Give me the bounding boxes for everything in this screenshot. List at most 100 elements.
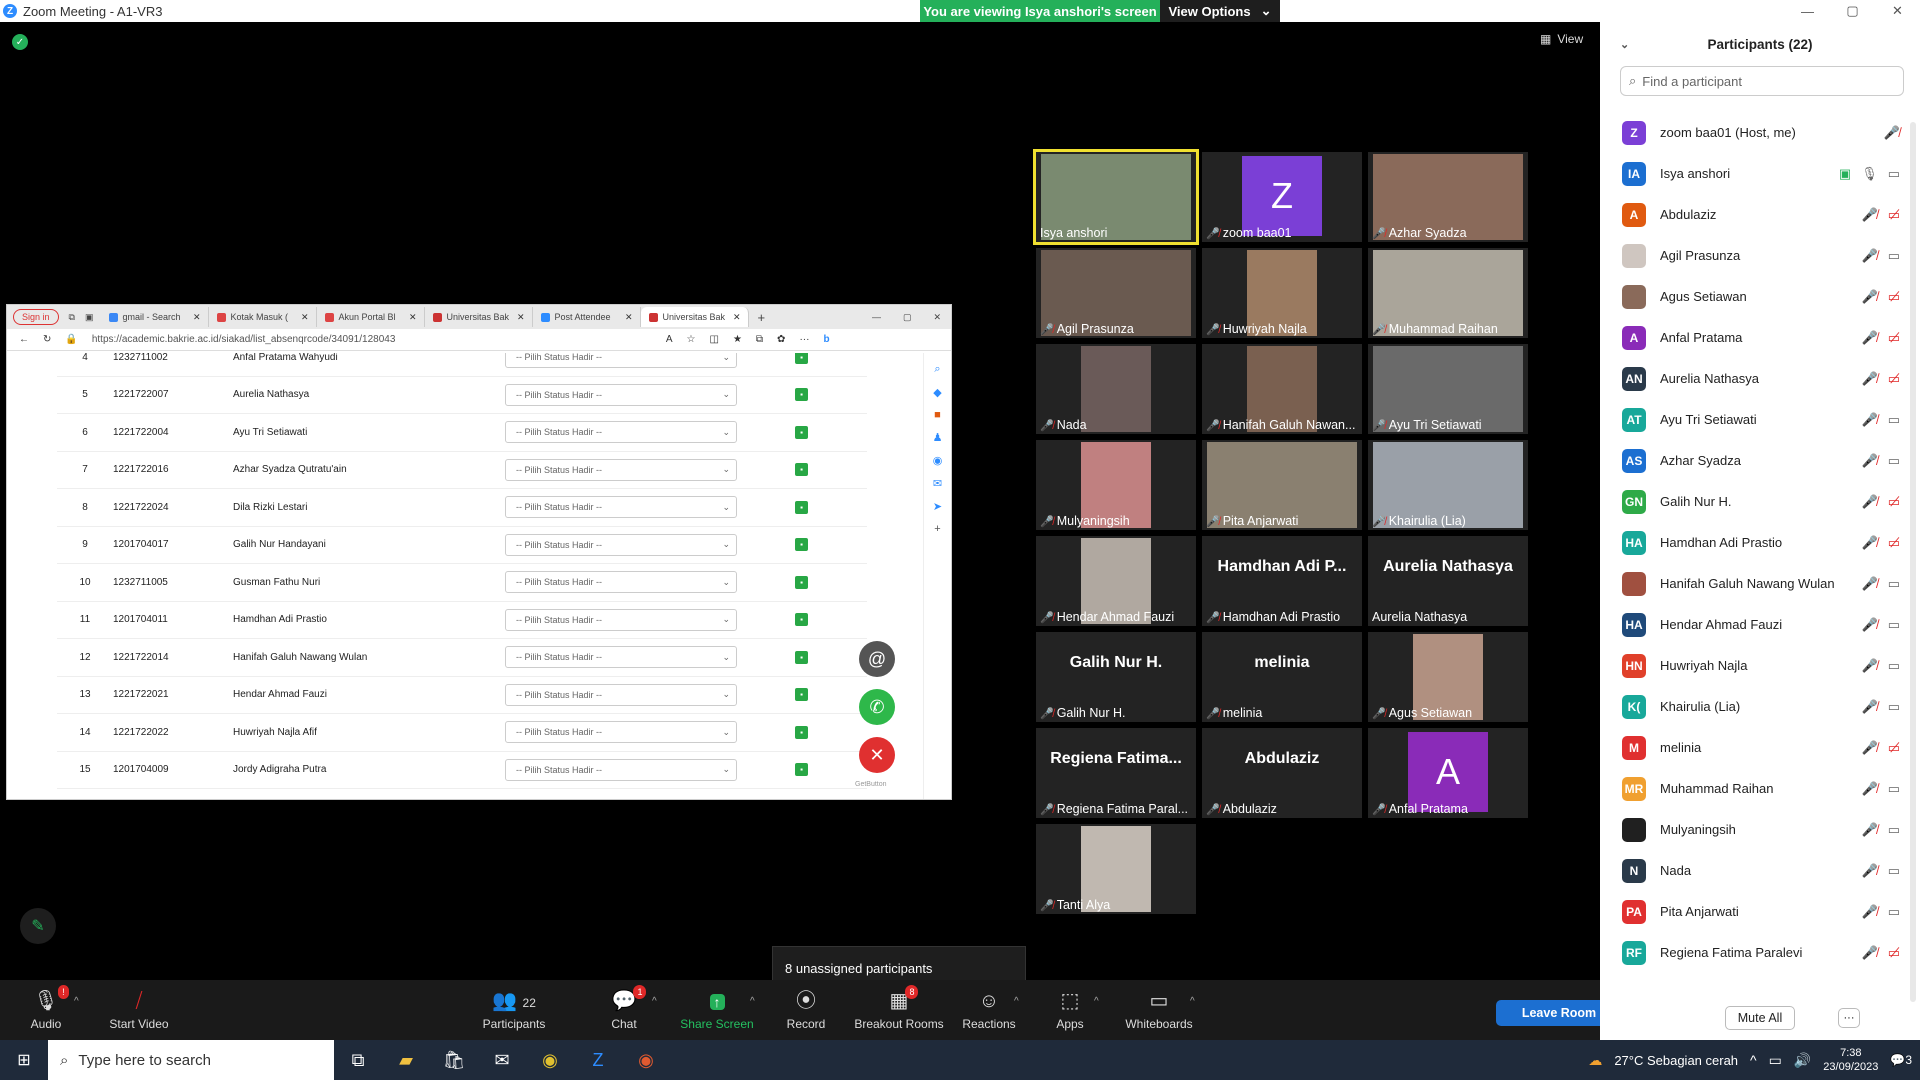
tab-close-icon[interactable]: ✕ (193, 312, 201, 323)
participant-item[interactable]: K(Khairulia (Lia) 🎤̸ ▭ (1600, 686, 1920, 727)
participant-item[interactable]: N Nada 🎤̸ ▭ (1600, 850, 1920, 891)
participant-item[interactable]: HA Hamdhan Adi Prastio 🎤̸ ▭̸ (1600, 522, 1920, 563)
video-tile[interactable]: Z 🎤̸ zoom baa01 (1202, 152, 1362, 242)
search-icon[interactable]: ⌕ (924, 363, 951, 376)
video-off-icon[interactable]: ▭̸ (1888, 740, 1900, 756)
whiteboards-caret-icon[interactable]: ^ (1190, 996, 1195, 1007)
audio-button[interactable]: 🎙! Audio (22, 980, 70, 1040)
task-view-icon[interactable]: ⧉ (334, 1050, 382, 1071)
status-select[interactable]: -- Pilih Status Hadir -- ⌄ (505, 571, 737, 594)
tab-close-icon[interactable]: ✕ (409, 312, 417, 323)
mic-muted-icon[interactable]: 🎤̸ (1862, 658, 1878, 674)
mic-muted-icon[interactable]: 🎤̸ (1862, 822, 1878, 838)
audio-caret-icon[interactable]: ^ (74, 996, 79, 1007)
menu-icon[interactable]: ··· (799, 334, 809, 345)
video-off-icon[interactable]: ▭̸ (1888, 535, 1900, 551)
participant-item[interactable]: Zzoom baa01 (Host, me) 🎤̸ (1600, 112, 1920, 153)
save-row-button[interactable]: ▪ (795, 613, 808, 627)
save-row-button[interactable]: ▪ (795, 575, 808, 589)
video-tile[interactable]: 🎤̸ Tanti Alya (1036, 824, 1196, 914)
status-select[interactable]: -- Pilih Status Hadir -- ⌄ (505, 721, 737, 744)
read-aloud-icon[interactable]: A (666, 334, 673, 345)
browser-tab[interactable]: Universitas Bak ✕ (425, 307, 534, 327)
save-row-button[interactable]: ▪ (795, 388, 808, 402)
tab-close-icon[interactable]: ✕ (517, 312, 525, 323)
clock[interactable]: 7:38 23/09/2023 (1823, 1046, 1878, 1074)
whatsapp-fab-icon[interactable]: ✆ (859, 689, 895, 725)
send-icon[interactable]: ➤ (924, 500, 951, 513)
view-button[interactable]: ▦ View (1540, 32, 1583, 46)
video-off-icon[interactable]: ▭̸ (1888, 494, 1900, 510)
participant-item[interactable]: GN Galih Nur H. 🎤̸ ▭̸ (1600, 481, 1920, 522)
bing-icon[interactable]: b (823, 334, 829, 345)
video-tile[interactable]: melinia 🎤̸ melinia (1202, 632, 1362, 722)
video-on-icon[interactable]: ▭ (1888, 248, 1900, 264)
video-tile[interactable]: 🎤̸ Ayu Tri Setiawati (1368, 344, 1528, 434)
mic-muted-icon[interactable]: 🎤̸ (1862, 781, 1878, 797)
browser-close-icon[interactable]: ✕ (933, 312, 941, 323)
video-off-icon[interactable]: ▭̸ (1888, 371, 1900, 387)
annotate-pencil-icon[interactable]: ✎ (20, 908, 56, 944)
apps-caret-icon[interactable]: ^ (1094, 996, 1099, 1007)
maximize-button[interactable]: ▢ (1830, 0, 1875, 22)
status-select[interactable]: -- Pilih Status Hadir -- ⌄ (505, 353, 737, 369)
record-button[interactable]: ⦿ Record (780, 980, 832, 1040)
mic-muted-icon[interactable]: 🎤̸ (1862, 207, 1878, 223)
video-tile[interactable]: 🎤̸ Hanifah Galuh Nawan... (1202, 344, 1362, 434)
participant-item[interactable]: Agus Setiawan 🎤̸ ▭̸ (1600, 276, 1920, 317)
participant-item[interactable]: PA Pita Anjarwati 🎤̸ ▭ (1600, 891, 1920, 932)
save-row-button[interactable]: ▪ (795, 538, 808, 552)
games-icon[interactable]: ♟ (924, 431, 951, 444)
tab-close-icon[interactable]: ✕ (733, 312, 741, 323)
video-tile[interactable]: 🎤̸ Muhammad Raihan (1368, 248, 1528, 338)
status-select[interactable]: -- Pilih Status Hadir -- ⌄ (505, 421, 737, 444)
mic-on-icon[interactable]: 🎙 (1861, 166, 1878, 182)
outlook-icon[interactable]: ✉ (924, 477, 951, 490)
close-fab-icon[interactable]: ✕ (859, 737, 895, 773)
participant-scrollbar[interactable] (1910, 122, 1916, 1002)
chat-button[interactable]: 💬 1 Chat (602, 980, 647, 1040)
participant-item[interactable]: AS Azhar Syadza 🎤̸ ▭ (1600, 440, 1920, 481)
video-tile[interactable]: Isya anshori (1033, 149, 1199, 245)
participant-item[interactable]: Mulyaningsih 🎤̸ ▭ (1600, 809, 1920, 850)
share-caret-icon[interactable]: ^ (750, 996, 755, 1007)
participant-item[interactable]: MR Muhammad Raihan 🎤̸ ▭ (1600, 768, 1920, 809)
video-tile[interactable]: 🎤̸ Azhar Syadza (1368, 152, 1528, 242)
whiteboards-button[interactable]: ▭ Whiteboards (1124, 980, 1194, 1040)
close-window-button[interactable]: ✕ (1875, 0, 1920, 22)
video-on-icon[interactable]: ▭ (1888, 699, 1900, 715)
video-tile[interactable]: 🎤̸ Mulyaningsih (1036, 440, 1196, 530)
mic-muted-icon[interactable]: 🎤̸ (1862, 740, 1878, 756)
video-tile[interactable]: 🎤̸ Huwriyah Najla (1202, 248, 1362, 338)
breakout-rooms-button[interactable]: ▦ 8 Breakout Rooms (852, 980, 946, 1040)
video-off-icon[interactable]: ▭̸ (1888, 207, 1900, 223)
mic-muted-icon[interactable]: 🎤̸ (1862, 945, 1878, 961)
mic-muted-icon[interactable]: 🎤̸ (1862, 494, 1878, 510)
share-screen-button[interactable]: ↑ Share Screen (678, 980, 756, 1040)
network-icon[interactable]: ▭ (1769, 1052, 1782, 1069)
file-explorer-icon[interactable]: ▰ (382, 1050, 430, 1071)
shield-icon[interactable]: ✓ (12, 34, 28, 50)
video-on-icon[interactable]: ▭ (1888, 822, 1900, 838)
video-tile[interactable]: Aurelia Nathasya Aurelia Nathasya (1368, 536, 1528, 626)
mic-muted-icon[interactable]: 🎤̸ (1862, 289, 1878, 305)
status-select[interactable]: -- Pilih Status Hadir -- ⌄ (505, 646, 737, 669)
email-fab-icon[interactable]: @ (859, 641, 895, 677)
tab-close-icon[interactable]: ✕ (301, 312, 309, 323)
browser-tab[interactable]: Post Attendee ✕ (533, 307, 642, 327)
video-tile[interactable]: Abdulaziz 🎤̸ Abdulaziz (1202, 728, 1362, 818)
tab-actions-icon[interactable]: ▣ (85, 312, 94, 323)
participants-button[interactable]: 👥 22 Participants (476, 980, 552, 1040)
video-off-icon[interactable]: ▭̸ (1888, 289, 1900, 305)
extension-icon[interactable]: ✿ (777, 334, 785, 345)
status-select[interactable]: -- Pilih Status Hadir -- ⌄ (505, 383, 737, 406)
participant-item[interactable]: A Abdulaziz 🎤̸ ▭̸ (1600, 194, 1920, 235)
status-select[interactable]: -- Pilih Status Hadir -- ⌄ (505, 496, 737, 519)
mic-muted-icon[interactable]: 🎤̸ (1862, 576, 1878, 592)
participant-item[interactable]: RF Regiena Fatima Paralevi 🎤̸ ▭̸ (1600, 932, 1920, 973)
weather-label[interactable]: 27°C Sebagian cerah (1614, 1053, 1738, 1068)
weather-icon[interactable]: ☁ (1588, 1052, 1602, 1069)
video-tile[interactable]: 🎤̸ Agus Setiawan (1368, 632, 1528, 722)
video-on-icon[interactable]: ▭ (1888, 781, 1900, 797)
participant-item[interactable]: HA Hendar Ahmad Fauzi 🎤̸ ▭ (1600, 604, 1920, 645)
